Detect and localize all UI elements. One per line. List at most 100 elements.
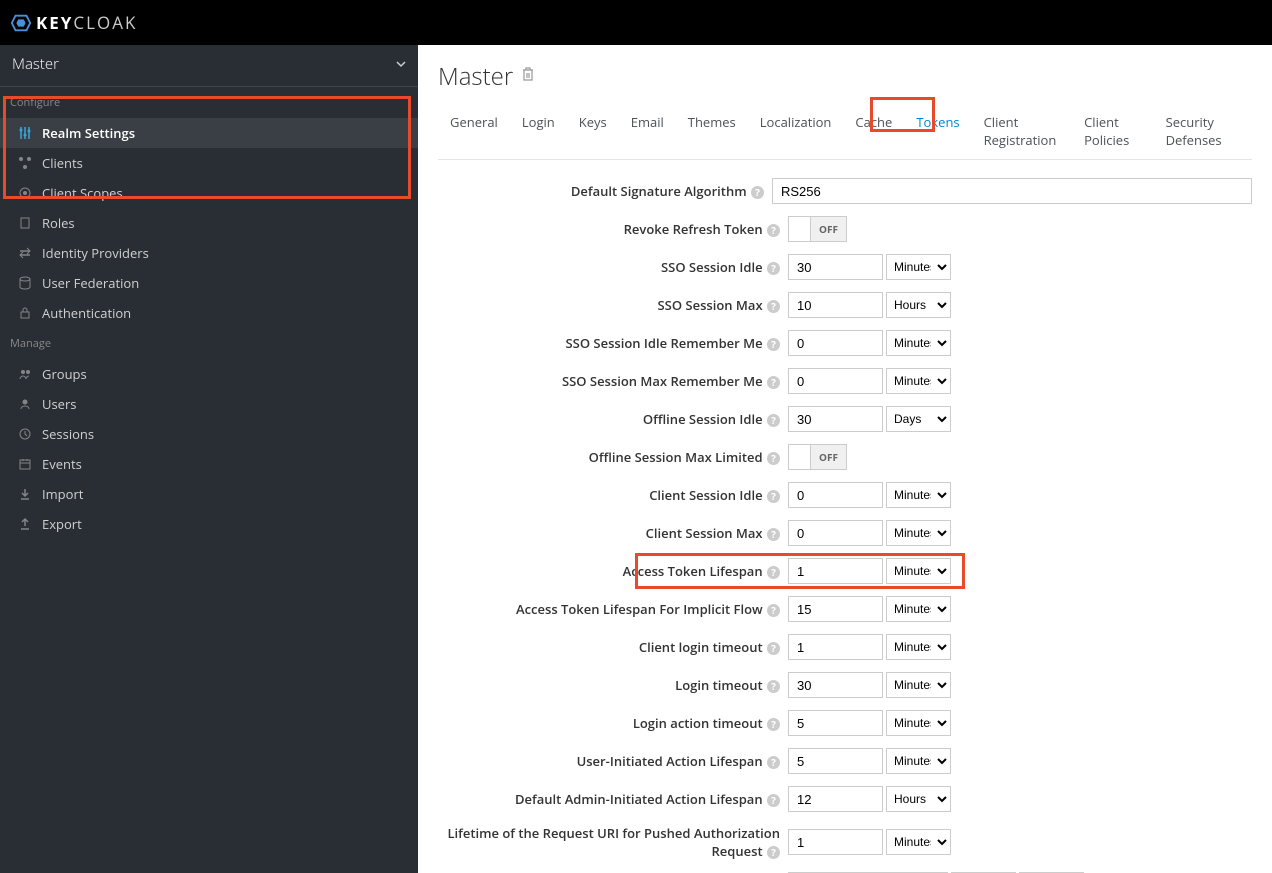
nav-groups[interactable]: Groups — [0, 359, 418, 389]
input-sso-session-max-remember[interactable] — [788, 368, 883, 394]
label-offline-session-idle: Offline Session Idle ? — [438, 410, 788, 428]
label-login-timeout: Login timeout ? — [438, 676, 788, 694]
tab-themes[interactable]: Themes — [676, 103, 748, 159]
nav-export[interactable]: Export — [0, 509, 418, 539]
sliders-icon — [18, 126, 32, 140]
select-sso-session-max-remember-unit[interactable]: Minutes — [886, 368, 951, 394]
help-icon[interactable]: ? — [767, 414, 780, 427]
nav-clients[interactable]: Clients — [0, 148, 418, 178]
trash-icon — [521, 66, 535, 82]
select-sso-session-idle-remember-unit[interactable]: Minutes — [886, 330, 951, 356]
help-icon[interactable]: ? — [751, 186, 764, 199]
input-access-token-lifespan[interactable] — [788, 558, 883, 584]
label-offline-session-max-limited: Offline Session Max Limited ? — [438, 448, 788, 466]
delete-realm-button[interactable] — [521, 66, 535, 87]
help-icon[interactable]: ? — [767, 756, 780, 769]
select-client-session-max-unit[interactable]: Minutes — [886, 520, 951, 546]
nav-events[interactable]: Events — [0, 449, 418, 479]
label-client-session-idle: Client Session Idle ? — [438, 486, 788, 504]
input-client-session-idle[interactable] — [788, 482, 883, 508]
input-client-login-timeout[interactable] — [788, 634, 883, 660]
input-user-initiated-action[interactable] — [788, 748, 883, 774]
select-default-admin-action-unit[interactable]: Hours — [886, 786, 951, 812]
input-sso-session-idle[interactable] — [788, 254, 883, 280]
tab-localization[interactable]: Localization — [748, 103, 844, 159]
calendar-icon — [18, 457, 32, 471]
input-login-action-timeout[interactable] — [788, 710, 883, 736]
tab-general[interactable]: General — [438, 103, 510, 159]
tab-client-policies[interactable]: Client Policies — [1072, 103, 1153, 159]
page-title: Master — [438, 60, 513, 93]
label-sso-session-max-remember: SSO Session Max Remember Me ? — [438, 372, 788, 390]
select-login-action-timeout-unit[interactable]: Minutes — [886, 710, 951, 736]
nav-identity-providers[interactable]: Identity Providers — [0, 238, 418, 268]
input-default-signature-algorithm[interactable] — [772, 178, 1252, 204]
help-icon[interactable]: ? — [767, 718, 780, 731]
toggle-offline-session-max-limited[interactable]: OFF — [788, 444, 847, 470]
select-par-lifetime-unit[interactable]: Minutes — [886, 829, 951, 855]
input-client-session-max[interactable] — [788, 520, 883, 546]
select-login-timeout-unit[interactable]: Minutes — [886, 672, 951, 698]
nav-realm-settings[interactable]: Realm Settings — [0, 118, 418, 148]
select-sso-session-max-unit[interactable]: Hours — [886, 292, 951, 318]
tab-security-defenses[interactable]: Security Defenses — [1154, 103, 1252, 159]
nav-client-scopes[interactable]: Client Scopes — [0, 178, 418, 208]
help-icon[interactable]: ? — [767, 300, 780, 313]
input-sso-session-idle-remember[interactable] — [788, 330, 883, 356]
realm-dropdown[interactable]: Master — [0, 45, 418, 83]
nav-sessions[interactable]: Sessions — [0, 419, 418, 449]
label-sso-session-idle-remember: SSO Session Idle Remember Me ? — [438, 334, 788, 352]
toggle-revoke-refresh-token[interactable]: OFF — [788, 216, 847, 242]
nav-users[interactable]: Users — [0, 389, 418, 419]
brand-logo[interactable]: KEYCLOAK — [10, 11, 137, 34]
tab-email[interactable]: Email — [619, 103, 676, 159]
help-icon[interactable]: ? — [767, 338, 780, 351]
help-icon[interactable]: ? — [767, 452, 780, 465]
select-sso-session-idle-unit[interactable]: Minutes — [886, 254, 951, 280]
clock-icon — [18, 427, 32, 441]
tab-cache[interactable]: Cache — [843, 103, 904, 159]
nav-roles[interactable]: Roles — [0, 208, 418, 238]
lock-icon — [18, 306, 32, 320]
help-icon[interactable]: ? — [767, 490, 780, 503]
input-sso-session-max[interactable] — [788, 292, 883, 318]
help-icon[interactable]: ? — [767, 528, 780, 541]
select-client-login-timeout-unit[interactable]: Minutes — [886, 634, 951, 660]
help-icon[interactable]: ? — [767, 376, 780, 389]
nav-authentication[interactable]: Authentication — [0, 298, 418, 328]
help-icon[interactable]: ? — [767, 794, 780, 807]
help-icon[interactable]: ? — [767, 680, 780, 693]
tab-login[interactable]: Login — [510, 103, 567, 159]
help-icon[interactable]: ? — [767, 262, 780, 275]
help-icon[interactable]: ? — [767, 846, 780, 859]
select-access-token-lifespan-unit[interactable]: Minutes — [886, 558, 951, 584]
input-par-lifetime[interactable] — [788, 829, 883, 855]
scope-icon — [18, 186, 32, 200]
tab-client-registration[interactable]: Client Registration — [972, 103, 1072, 159]
nav-user-federation[interactable]: User Federation — [0, 268, 418, 298]
app-header: KEYCLOAK — [0, 0, 1272, 45]
select-access-token-lifespan-implicit-unit[interactable]: Minutes — [886, 596, 951, 622]
select-user-initiated-action-unit[interactable]: Minutes — [886, 748, 951, 774]
help-icon[interactable]: ? — [767, 566, 780, 579]
input-access-token-lifespan-implicit[interactable] — [788, 596, 883, 622]
help-icon[interactable]: ? — [767, 224, 780, 237]
select-offline-session-idle-unit[interactable]: Days — [886, 406, 951, 432]
group-icon — [18, 367, 32, 381]
cluster-icon — [18, 156, 32, 170]
input-login-timeout[interactable] — [788, 672, 883, 698]
label-sso-session-max: SSO Session Max ? — [438, 296, 788, 314]
nav-import[interactable]: Import — [0, 479, 418, 509]
file-icon — [18, 216, 32, 230]
help-icon[interactable]: ? — [767, 604, 780, 617]
exchange-icon — [18, 246, 32, 260]
export-icon — [18, 517, 32, 531]
help-icon[interactable]: ? — [767, 642, 780, 655]
input-offline-session-idle[interactable] — [788, 406, 883, 432]
tab-keys[interactable]: Keys — [567, 103, 619, 159]
input-default-admin-action[interactable] — [788, 786, 883, 812]
user-icon — [18, 397, 32, 411]
select-client-session-idle-unit[interactable]: Minutes — [886, 482, 951, 508]
tabs-bar: General Login Keys Email Themes Localiza… — [438, 103, 1252, 160]
tab-tokens[interactable]: Tokens — [904, 103, 971, 159]
